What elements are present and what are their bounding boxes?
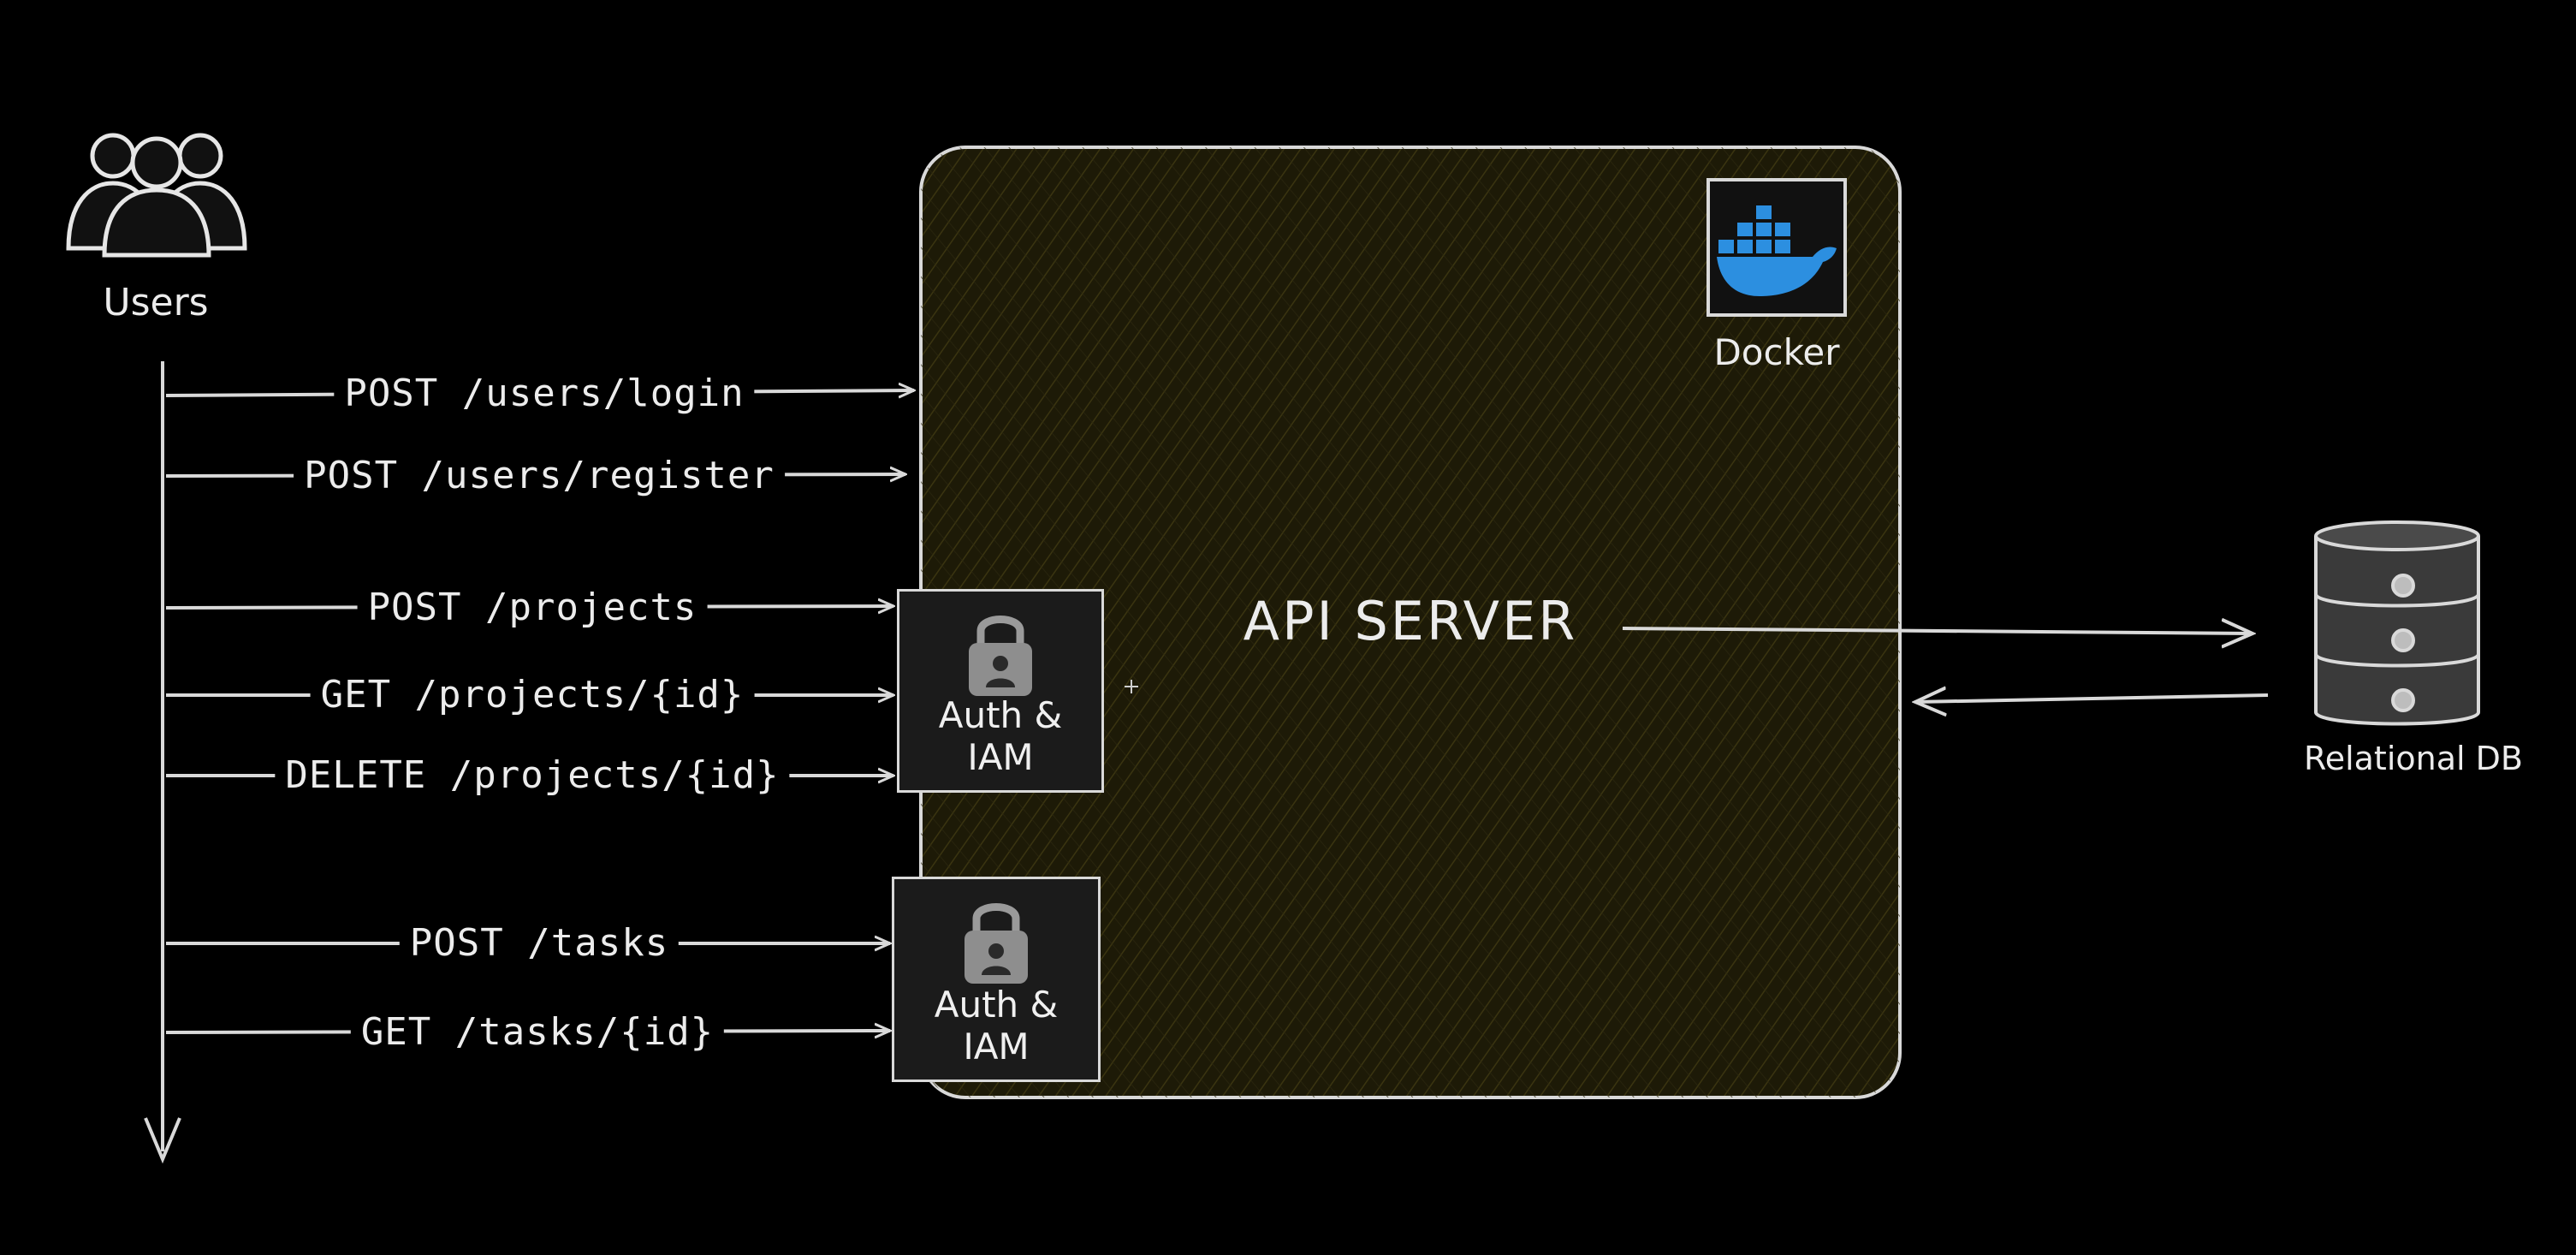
database-label: Relational DB bbox=[2304, 740, 2523, 777]
endpoint-label-post-tasks: POST /tasks bbox=[399, 925, 680, 962]
arrow-db-to-server bbox=[1915, 695, 2269, 702]
auth-iam-label: Auth & IAM bbox=[938, 694, 1063, 778]
auth-iam-box-projects: Auth & IAM bbox=[897, 589, 1104, 793]
endpoint-label-users-login: POST /users/login bbox=[334, 375, 755, 413]
endpoint-label-users-register: POST /users/register bbox=[294, 457, 785, 495]
endpoint-label-get-task: GET /tasks/{id} bbox=[350, 1014, 725, 1051]
endpoint-label-delete-project: DELETE /projects/{id} bbox=[275, 757, 790, 794]
auth-iam-label: Auth & IAM bbox=[934, 984, 1059, 1068]
endpoint-label-post-projects: POST /projects bbox=[357, 589, 708, 627]
users-icon bbox=[66, 133, 247, 258]
api-server-title: API SERVER bbox=[1243, 590, 1578, 652]
endpoint-label-get-project: GET /projects/{id} bbox=[310, 676, 755, 714]
docker-icon bbox=[1706, 178, 1847, 317]
lock-icon bbox=[965, 903, 1028, 984]
users-timeline bbox=[144, 361, 181, 1164]
users-label: Users bbox=[103, 281, 209, 324]
lock-icon bbox=[969, 616, 1032, 696]
auth-iam-box-tasks: Auth & IAM bbox=[892, 877, 1101, 1082]
docker-label: Docker bbox=[1713, 331, 1840, 373]
database-icon bbox=[2314, 520, 2480, 726]
